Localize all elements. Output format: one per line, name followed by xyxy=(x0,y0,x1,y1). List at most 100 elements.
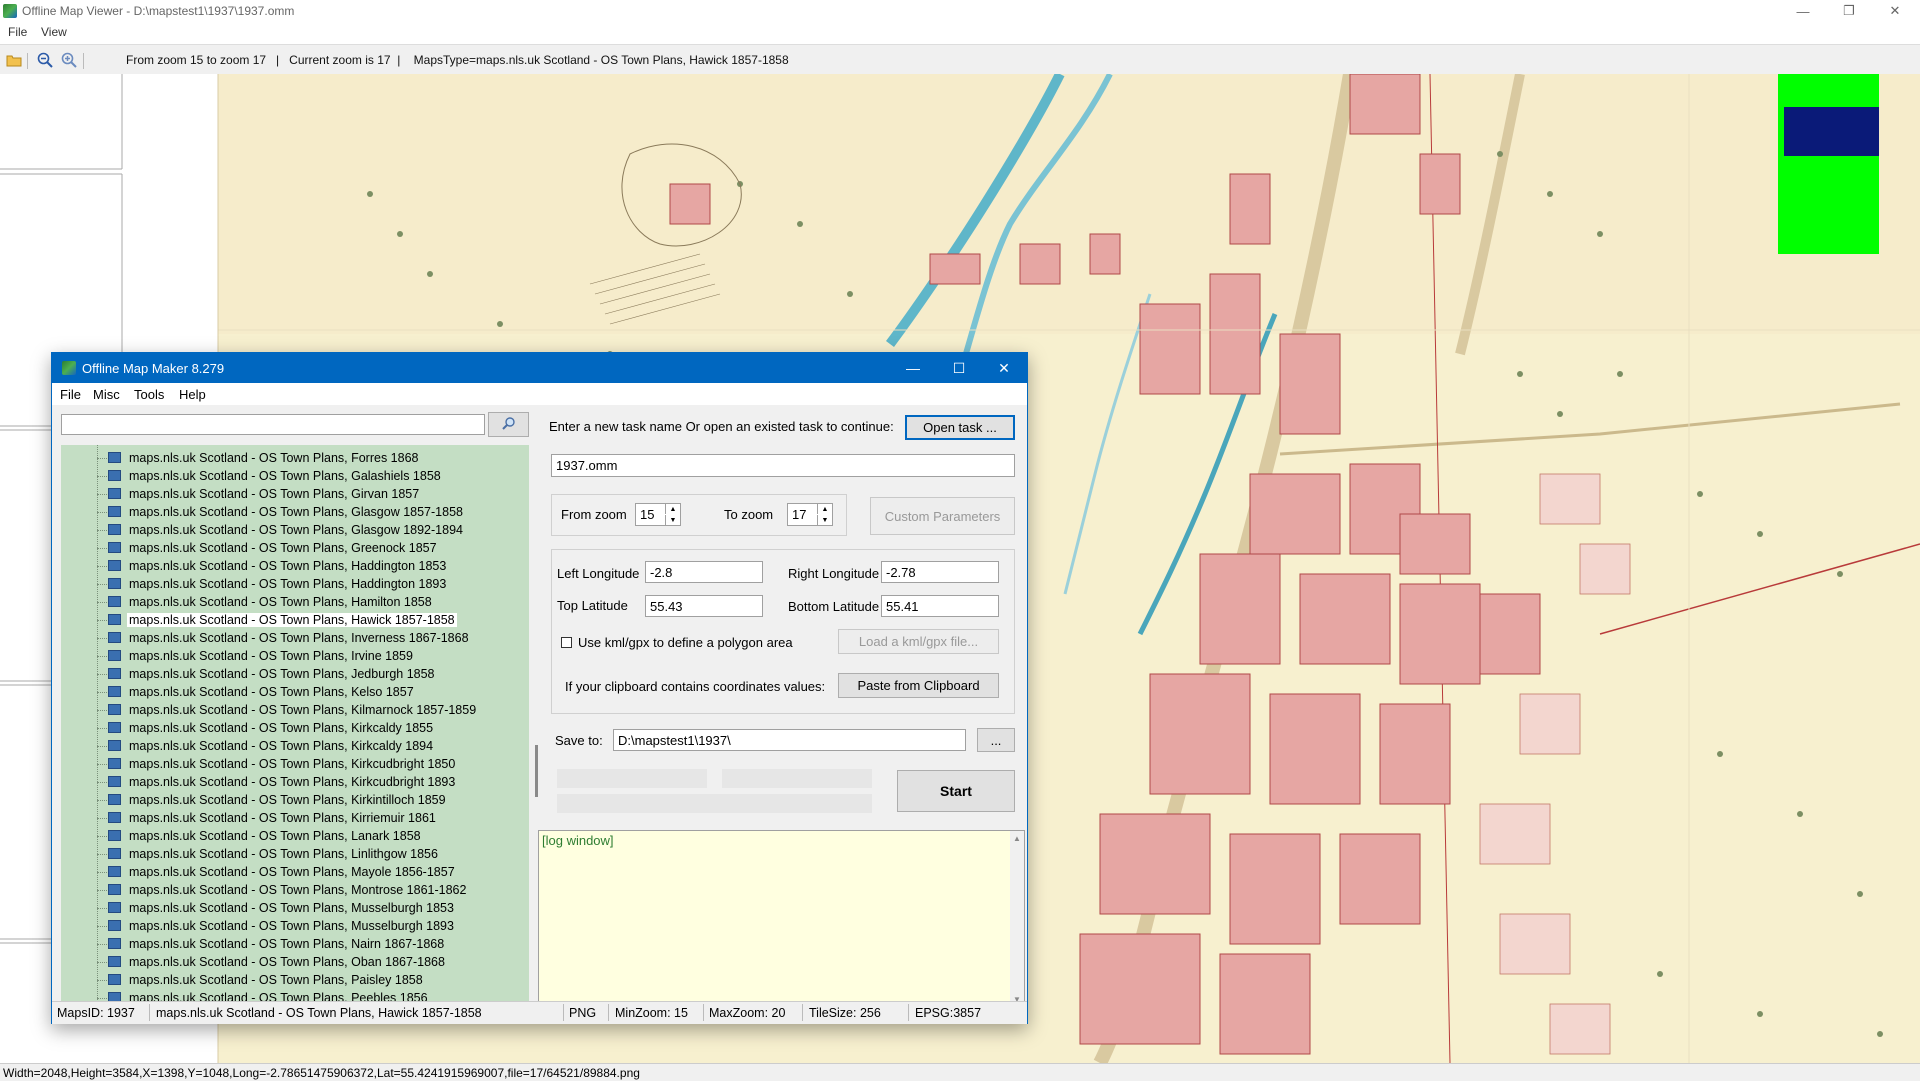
tree-item[interactable]: maps.nls.uk Scotland - OS Town Plans, In… xyxy=(61,629,529,647)
tree-item[interactable]: maps.nls.uk Scotland - OS Town Plans, Gi… xyxy=(61,485,529,503)
top-latitude-input[interactable]: 55.43 xyxy=(645,595,763,617)
zoom-in-icon[interactable] xyxy=(60,51,78,69)
tree-item[interactable]: maps.nls.uk Scotland - OS Town Plans, Ki… xyxy=(61,791,529,809)
scroll-up-icon[interactable]: ▲ xyxy=(1013,834,1021,843)
menu-view[interactable]: View xyxy=(41,25,67,39)
tree-item[interactable]: maps.nls.uk Scotland - OS Town Plans, Ob… xyxy=(61,953,529,971)
map-search-input[interactable] xyxy=(61,414,485,435)
kml-checkbox[interactable] xyxy=(561,637,572,648)
load-kml-button[interactable]: Load a kml/gpx file... xyxy=(838,629,999,654)
dialog-menu-help[interactable]: Help xyxy=(179,387,206,402)
save-to-input[interactable]: D:\mapstest1\1937\ xyxy=(613,729,966,751)
tree-item-label: maps.nls.uk Scotland - OS Town Plans, Ha… xyxy=(129,559,447,573)
tree-item[interactable]: maps.nls.uk Scotland - OS Town Plans, Ir… xyxy=(61,647,529,665)
tree-item-label: maps.nls.uk Scotland - OS Town Plans, Fo… xyxy=(129,451,419,465)
tree-connector xyxy=(97,800,107,801)
tree-item[interactable]: maps.nls.uk Scotland - OS Town Plans, Gl… xyxy=(61,521,529,539)
tree-item[interactable]: maps.nls.uk Scotland - OS Town Plans, Je… xyxy=(61,665,529,683)
dialog-menu-file[interactable]: File xyxy=(60,387,81,402)
tree-item-label: maps.nls.uk Scotland - OS Town Plans, Ki… xyxy=(129,793,446,807)
task-name-input[interactable]: 1937.omm xyxy=(551,454,1015,477)
tree-item[interactable]: maps.nls.uk Scotland - OS Town Plans, Ki… xyxy=(61,737,529,755)
dialog-maximize-button[interactable]: ☐ xyxy=(936,353,982,383)
tree-connector xyxy=(97,656,107,657)
tree-item[interactable]: maps.nls.uk Scotland - OS Town Plans, Ma… xyxy=(61,863,529,881)
bottom-latitude-input[interactable]: 55.41 xyxy=(881,595,999,617)
map-tile-icon xyxy=(108,830,121,841)
paste-clipboard-button[interactable]: Paste from Clipboard xyxy=(838,673,999,698)
search-button[interactable] xyxy=(488,412,529,437)
open-task-button[interactable]: Open task ... xyxy=(905,415,1015,440)
tree-item[interactable]: maps.nls.uk Scotland - OS Town Plans, Ga… xyxy=(61,467,529,485)
restore-button[interactable]: ❐ xyxy=(1826,0,1872,22)
window-title: Offline Map Viewer - D:\mapstest1\1937\1… xyxy=(22,4,295,18)
dialog-close-button[interactable]: ✕ xyxy=(981,353,1027,383)
status-format: PNG xyxy=(569,1006,597,1020)
menu-file[interactable]: File xyxy=(8,25,27,39)
spin-down-icon[interactable]: ▼ xyxy=(817,515,832,525)
tree-item[interactable]: maps.nls.uk Scotland - OS Town Plans, Ki… xyxy=(61,755,529,773)
tree-item[interactable]: maps.nls.uk Scotland - OS Town Plans, Ha… xyxy=(61,557,529,575)
tree-item[interactable]: maps.nls.uk Scotland - OS Town Plans, Gr… xyxy=(61,539,529,557)
tree-item[interactable]: maps.nls.uk Scotland - OS Town Plans, Fo… xyxy=(61,449,529,467)
right-longitude-input[interactable]: -2.78 xyxy=(881,561,999,583)
map-tile-icon xyxy=(108,668,121,679)
minimap-viewport[interactable] xyxy=(1784,107,1879,156)
tree-item[interactable]: maps.nls.uk Scotland - OS Town Plans, Na… xyxy=(61,935,529,953)
log-window[interactable]: [log window] ▲ ▼ xyxy=(538,830,1025,1008)
to-zoom-label: To zoom xyxy=(724,507,774,522)
tree-item-label: maps.nls.uk Scotland - OS Town Plans, Ob… xyxy=(129,955,445,969)
tree-item[interactable]: maps.nls.uk Scotland - OS Town Plans, Ki… xyxy=(61,719,529,737)
tree-item-label: maps.nls.uk Scotland - OS Town Plans, Li… xyxy=(129,847,438,861)
to-zoom-spinner[interactable]: 17 ▲ ▼ xyxy=(787,503,833,526)
tree-connector xyxy=(97,980,107,981)
left-longitude-input[interactable]: -2.8 xyxy=(645,561,763,583)
tree-item[interactable]: maps.nls.uk Scotland - OS Town Plans, Mu… xyxy=(61,917,529,935)
spin-down-icon[interactable]: ▼ xyxy=(665,515,680,525)
tree-connector xyxy=(97,476,107,477)
zoom-out-icon[interactable] xyxy=(36,51,54,69)
tree-connector xyxy=(97,872,107,873)
spin-up-icon[interactable]: ▲ xyxy=(817,504,832,514)
dialog-menu-misc[interactable]: Misc xyxy=(93,387,120,402)
tree-scroll-thumb[interactable] xyxy=(535,745,538,797)
tree-item-label: maps.nls.uk Scotland - OS Town Plans, Ki… xyxy=(129,739,434,753)
tree-connector xyxy=(97,530,107,531)
dialog-menu-tools[interactable]: Tools xyxy=(134,387,164,402)
close-button[interactable]: ✕ xyxy=(1872,0,1918,22)
minimap[interactable] xyxy=(1778,74,1879,254)
minimize-button[interactable]: — xyxy=(1780,0,1826,22)
tree-item-label: maps.nls.uk Scotland - OS Town Plans, Ir… xyxy=(129,649,413,663)
tree-item[interactable]: maps.nls.uk Scotland - OS Town Plans, Ki… xyxy=(61,773,529,791)
map-tile-icon xyxy=(108,956,121,967)
dialog-minimize-button[interactable]: — xyxy=(890,353,936,383)
tree-item[interactable]: maps.nls.uk Scotland - OS Town Plans, Mo… xyxy=(61,881,529,899)
tree-item-label: maps.nls.uk Scotland - OS Town Plans, Gr… xyxy=(129,541,437,555)
tree-item[interactable]: maps.nls.uk Scotland - OS Town Plans, Ki… xyxy=(61,701,529,719)
browse-button[interactable]: ... xyxy=(977,728,1015,752)
log-scrollbar[interactable]: ▲ ▼ xyxy=(1010,831,1024,1007)
maps-tree[interactable]: maps.nls.uk Scotland - OS Town Plans, Fo… xyxy=(61,445,529,1002)
from-zoom-spinner[interactable]: 15 ▲ ▼ xyxy=(635,503,681,526)
tree-item[interactable]: maps.nls.uk Scotland - OS Town Plans, Ha… xyxy=(61,611,529,629)
custom-parameters-button[interactable]: Custom Parameters xyxy=(870,497,1015,535)
tree-item[interactable]: maps.nls.uk Scotland - OS Town Plans, Mu… xyxy=(61,899,529,917)
tree-item[interactable]: maps.nls.uk Scotland - OS Town Plans, Ha… xyxy=(61,575,529,593)
start-button[interactable]: Start xyxy=(897,770,1015,812)
status-text: Width=2048,Height=3584,X=1398,Y=1048,Lon… xyxy=(3,1066,640,1080)
tree-item[interactable]: maps.nls.uk Scotland - OS Town Plans, Gl… xyxy=(61,503,529,521)
status-min-zoom: MinZoom: 15 xyxy=(615,1006,688,1020)
tree-connector xyxy=(97,836,107,837)
tree-item[interactable]: maps.nls.uk Scotland - OS Town Plans, Li… xyxy=(61,845,529,863)
tree-item[interactable]: maps.nls.uk Scotland - OS Town Plans, Ki… xyxy=(61,809,529,827)
tree-item[interactable]: maps.nls.uk Scotland - OS Town Plans, Ke… xyxy=(61,683,529,701)
map-tile-icon xyxy=(108,920,121,931)
tree-item[interactable]: maps.nls.uk Scotland - OS Town Plans, Ha… xyxy=(61,593,529,611)
map-tile-icon xyxy=(108,884,121,895)
spin-up-icon[interactable]: ▲ xyxy=(665,504,680,514)
map-tile-icon xyxy=(108,938,121,949)
app-icon xyxy=(3,4,17,18)
folder-open-icon[interactable] xyxy=(5,51,23,69)
tree-item[interactable]: maps.nls.uk Scotland - OS Town Plans, La… xyxy=(61,827,529,845)
tree-item[interactable]: maps.nls.uk Scotland - OS Town Plans, Pa… xyxy=(61,971,529,989)
